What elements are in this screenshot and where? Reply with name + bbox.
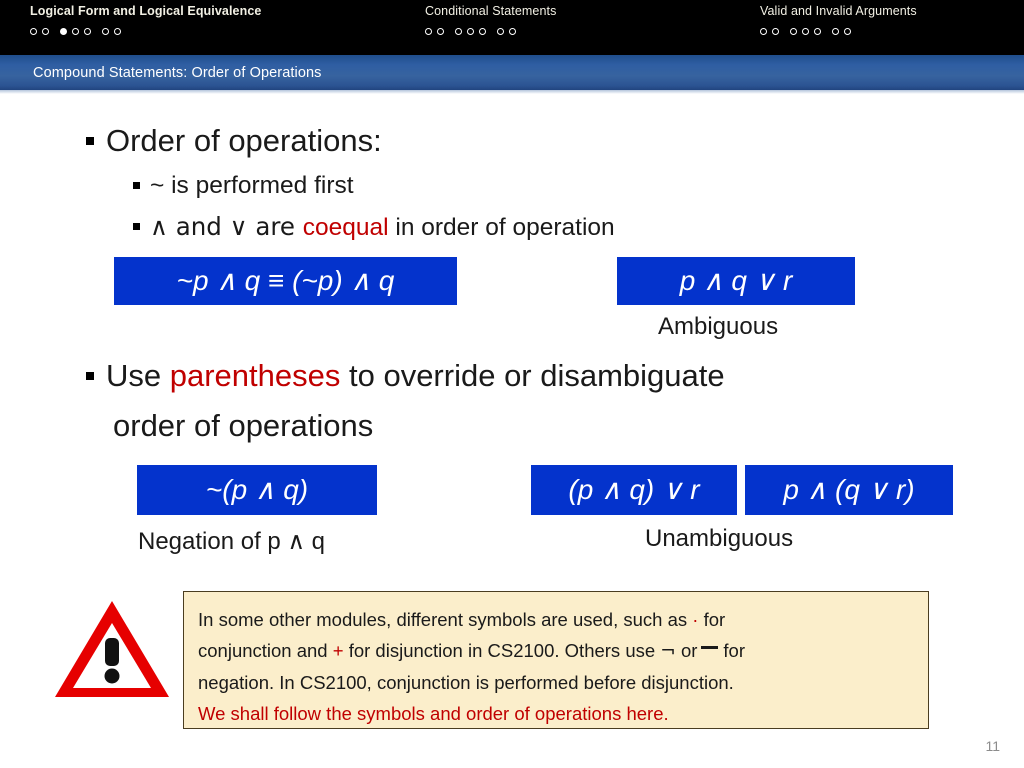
bullet-text-prefix: ∧ and ∨ are: [150, 212, 303, 241]
formula-box-unambiguous-right: p ∧ (q ∨ r): [745, 465, 953, 515]
note-text: conjunction and: [198, 640, 333, 661]
nav-section-title: Logical Form and Logical Equivalence: [30, 4, 262, 18]
nav-progress-dots-conditional-statements: [425, 24, 556, 38]
bullet-square-icon: [86, 137, 94, 145]
caption-ambiguous: Ambiguous: [658, 313, 779, 340]
formula-box-ambiguous: p ∧ q ∨ r: [617, 257, 855, 305]
note-text: for: [698, 609, 726, 630]
nav-dot[interactable]: [760, 27, 767, 35]
formula-text: p ∧ q ∨ r: [679, 265, 793, 296]
note-symbol-not: ¬: [660, 641, 676, 662]
top-navigation-bar: Logical Form and Logical Equivalence Con…: [0, 0, 1024, 55]
nav-dot[interactable]: [772, 27, 779, 35]
caption-negation-of-p-and-q: Negation of p ∧ q: [138, 528, 326, 555]
bullet-square-icon: [133, 223, 140, 230]
nav-dot[interactable]: [832, 27, 839, 35]
nav-dot[interactable]: [497, 27, 504, 35]
caption-unambiguous: Unambiguous: [645, 525, 794, 552]
bullet-text: Use parentheses to override or disambigu…: [106, 356, 725, 396]
nav-dot[interactable]: [437, 27, 444, 35]
nav-section-logical-form[interactable]: Logical Form and Logical Equivalence: [30, 4, 261, 38]
nav-dot[interactable]: [72, 27, 79, 35]
bullet-text: ~ is performed first: [150, 172, 354, 199]
note-text: or: [675, 640, 698, 661]
bullet-text: Order of operations:: [106, 123, 382, 158]
nav-section-title: Conditional Statements: [425, 4, 557, 18]
nav-dot[interactable]: [509, 27, 516, 35]
formula-box-unambiguous-left: (p ∧ q) ∨ r: [531, 465, 737, 515]
nav-dot[interactable]: [814, 27, 821, 35]
warning-triangle-icon: [52, 598, 172, 700]
bullet-text-highlight: coequal: [302, 214, 389, 241]
note-text: for disjunction in CS2100. Others use: [343, 640, 661, 661]
nav-section-valid-invalid-arguments[interactable]: Valid and Invalid Arguments: [760, 4, 917, 38]
note-line-1: In some other modules, different symbols…: [198, 604, 914, 635]
formula-text: ~p ∧ q ≡ (~p) ∧ q: [176, 265, 395, 296]
formula-box-negation-precedence: ~p ∧ q ≡ (~p) ∧ q: [114, 257, 457, 305]
bullet-tilde-first: ~ is performed first: [133, 170, 354, 202]
note-line-2: conjunction and + for disjunction in CS2…: [198, 635, 914, 667]
bullet-order-of-operations: Order of operations:: [86, 121, 382, 161]
bullet-square-icon: [133, 182, 140, 189]
nav-dot-active[interactable]: [60, 27, 67, 35]
bullet-text: ∧ and ∨ are coequal in order of operatio…: [150, 211, 615, 244]
formula-text: p ∧ (q ∨ r): [783, 474, 915, 505]
bullet-coequal: ∧ and ∨ are coequal in order of operatio…: [133, 211, 615, 244]
nav-section-conditional-statements[interactable]: Conditional Statements: [425, 4, 556, 38]
formula-box-negation-of-conjunction: ~(p ∧ q): [137, 465, 377, 515]
nav-dot[interactable]: [42, 27, 49, 35]
bullet-text-highlight: parentheses: [169, 358, 341, 393]
nav-dot[interactable]: [844, 27, 851, 35]
bullet-text: order of operations: [113, 408, 374, 443]
formula-text: (p ∧ q) ∨ r: [568, 474, 700, 505]
nav-dot[interactable]: [802, 27, 809, 35]
nav-dot[interactable]: [455, 27, 462, 35]
nav-section-title: Valid and Invalid Arguments: [760, 4, 917, 18]
note-line-4-emphasis: We shall follow the symbols and order of…: [198, 703, 669, 724]
bullet-square-icon: [86, 372, 94, 380]
slide-title: Compound Statements: Order of Operations: [33, 64, 322, 81]
title-bar-shadow: [0, 90, 1024, 94]
nav-dot[interactable]: [114, 27, 121, 35]
note-symbol-plus: +: [332, 640, 344, 661]
bullet-use-parentheses-line2: order of operations: [113, 406, 373, 446]
nav-dot[interactable]: [790, 27, 797, 35]
nav-progress-dots-valid-invalid-arguments: [760, 24, 917, 38]
nav-progress-dots-logical-form: [30, 24, 261, 38]
note-text: for: [723, 640, 745, 661]
note-text: In some other modules, different symbols…: [198, 609, 693, 630]
note-line-3: negation. In CS2100, conjunction is perf…: [198, 672, 734, 693]
bullet-text-suffix: to override or disambiguate: [340, 358, 725, 393]
bullet-text-suffix: in order of operation: [388, 214, 615, 241]
nav-dot[interactable]: [84, 27, 91, 35]
bullet-use-parentheses: Use parentheses to override or disambigu…: [86, 356, 725, 396]
nav-dot[interactable]: [479, 27, 486, 35]
nav-dot[interactable]: [425, 27, 432, 35]
nav-dot[interactable]: [30, 27, 37, 35]
formula-text: ~(p ∧ q): [205, 474, 309, 505]
note-box-symbol-conventions: In some other modules, different symbols…: [183, 591, 929, 729]
nav-dot[interactable]: [102, 27, 109, 35]
slide-title-bar: Compound Statements: Order of Operations: [0, 55, 1024, 90]
nav-dot[interactable]: [467, 27, 474, 35]
page-number: 11: [985, 738, 1000, 754]
bullet-text-prefix: Use: [106, 358, 170, 393]
